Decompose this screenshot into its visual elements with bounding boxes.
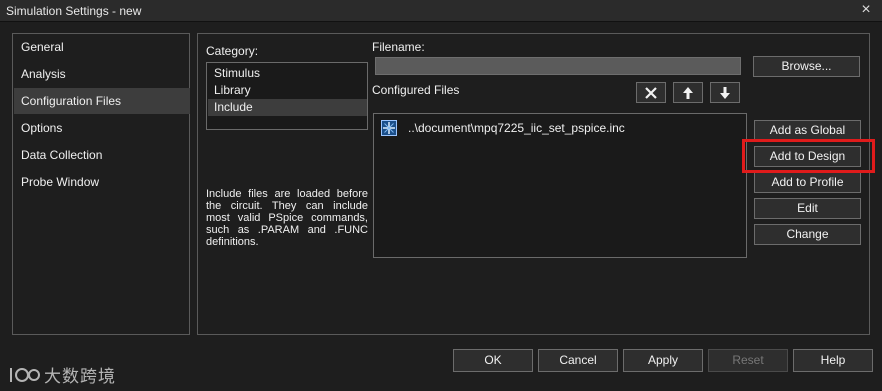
arrow-up-icon [683,86,693,99]
add-to-design-button[interactable]: Add to Design [754,146,861,167]
file-path: ..\document\mpq7225_iic_set_pspice.inc [408,121,625,135]
include-file-icon [381,120,397,136]
filename-input[interactable] [375,57,741,75]
settings-nav: General Analysis Configuration Files Opt… [12,33,190,335]
watermark: 大数跨境 [8,362,116,387]
category-item-stimulus[interactable]: Stimulus [208,65,367,82]
arrow-down-icon [720,86,730,99]
nav-item-configuration-files[interactable]: Configuration Files [14,88,190,114]
move-up-button[interactable] [673,82,703,103]
close-icon[interactable]: × [858,1,874,19]
nav-item-options[interactable]: Options [14,115,190,141]
add-as-global-button[interactable]: Add as Global [754,120,861,141]
cancel-button[interactable]: Cancel [538,349,618,372]
file-row[interactable]: ..\document\mpq7225_iic_set_pspice.inc [381,119,625,137]
add-to-profile-button[interactable]: Add to Profile [754,172,861,193]
nav-item-analysis[interactable]: Analysis [14,61,190,87]
category-item-include[interactable]: Include [208,99,367,116]
category-list: Stimulus Library Include [206,62,368,130]
nav-item-data-collection[interactable]: Data Collection [14,142,190,168]
title-bar: Simulation Settings - new × [0,0,882,22]
delete-icon [645,86,657,99]
filename-label: Filename: [372,40,425,54]
browse-button[interactable]: Browse... [753,56,860,77]
change-button[interactable]: Change [754,224,861,245]
category-description: Include files are loaded before the circ… [206,188,368,248]
help-button[interactable]: Help [793,349,873,372]
apply-button[interactable]: Apply [623,349,703,372]
reset-button[interactable]: Reset [708,349,788,372]
category-item-library[interactable]: Library [208,82,367,99]
configured-files-label: Configured Files [372,83,460,97]
configured-files-list: ..\document\mpq7225_iic_set_pspice.inc [373,113,747,258]
window-title: Simulation Settings - new [6,4,142,18]
ok-button[interactable]: OK [453,349,533,372]
watermark-text: 大数跨境 [44,367,116,387]
nav-item-probe-window[interactable]: Probe Window [14,169,190,195]
edit-button[interactable]: Edit [754,198,861,219]
watermark-logo-icon [10,367,40,382]
move-down-button[interactable] [710,82,740,103]
delete-button[interactable] [636,82,666,103]
nav-item-general[interactable]: General [14,34,190,60]
category-label: Category: [206,44,259,58]
